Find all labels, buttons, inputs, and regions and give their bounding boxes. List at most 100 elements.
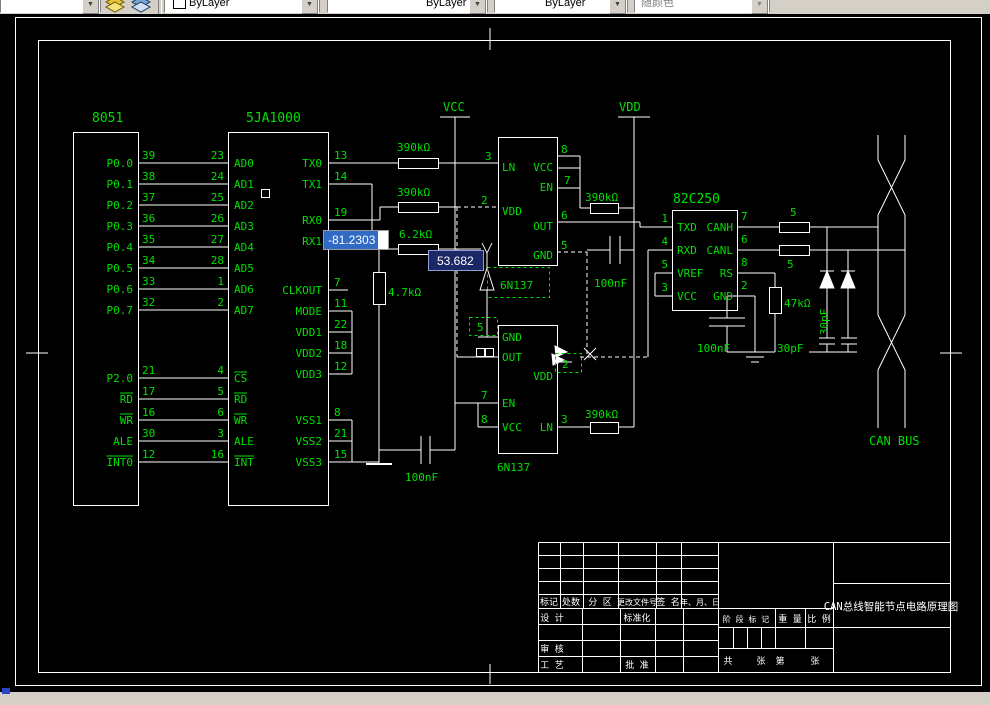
schematic-label: CANH	[707, 221, 734, 234]
title-block-text: 更改文件号	[617, 597, 657, 607]
grip-point[interactable]	[476, 348, 485, 357]
layer-combo[interactable]: ▼	[0, 0, 101, 14]
schematic-label: 2	[481, 194, 488, 207]
schematic-label: 390kΩ	[397, 141, 430, 154]
schematic-label: 7	[334, 276, 341, 289]
dynamic-input-length-field[interactable]: 53.682	[428, 250, 484, 271]
schematic-label: 11	[334, 297, 347, 310]
color-control-combo[interactable]: ByLayer ▼	[164, 0, 320, 14]
schematic-label: TXD	[677, 221, 697, 234]
schematic-label: 12	[142, 448, 155, 461]
schematic-label: 6.2kΩ	[399, 228, 432, 241]
make-layer-current-button[interactable]	[104, 0, 128, 13]
schematic-label: 21	[142, 364, 155, 377]
title-block-text: 工 艺	[540, 660, 563, 671]
chevron-down-icon[interactable]: ▼	[469, 0, 486, 14]
schematic-label: CLKOUT	[282, 284, 322, 297]
schematic-label: 28	[211, 254, 224, 267]
toolbar-separator	[158, 0, 162, 14]
grip-point[interactable]	[261, 189, 270, 198]
schematic-label: P0.7	[107, 304, 134, 317]
dynamic-input-angle-field[interactable]: -81.2303	[323, 230, 389, 250]
lineweight-control-combo[interactable]: ByLayer ▼	[494, 0, 628, 14]
title-block-text: 标记	[540, 596, 558, 608]
schematic-label: 7	[564, 174, 571, 187]
schematic-label: 34	[142, 254, 156, 267]
schematic-label: 17	[142, 385, 155, 398]
schematic-label: VCC	[443, 100, 465, 114]
schematic-label: OUT	[502, 351, 522, 364]
schematic-label: P0.4	[107, 241, 134, 254]
status-blue-fragment	[2, 688, 10, 694]
layer-properties-button[interactable]	[130, 0, 154, 13]
title-block-text: 张	[810, 656, 819, 667]
schematic-label: 13	[334, 149, 347, 162]
autocad-window: ▼ ByLayer ▼ ByLayer ▼ ByLayer ▼ 随颜色 ▼ 80…	[0, 0, 990, 705]
schematic-svg[interactable]: 8051 5JA1000 82C250 6N137 6N137 CAN BUS VCC VDD…	[0, 0, 990, 705]
schematic-label: EN	[540, 181, 553, 194]
schematic-label: RXD	[677, 244, 697, 257]
schematic-label: RS	[720, 267, 733, 280]
schematic-label: 18	[334, 339, 347, 352]
schematic-label: 2	[217, 296, 224, 309]
schematic-label: EN	[502, 397, 515, 410]
schematic-label: 8	[481, 413, 488, 426]
title-block-text: 共	[723, 656, 732, 667]
title-block-text: 阶 段 标 记	[723, 614, 769, 624]
title-block-text: 年、月、日	[680, 597, 720, 607]
title-block-text: 批 准	[625, 659, 648, 671]
color-swatch	[173, 0, 186, 9]
schematic-label: 8	[334, 406, 341, 419]
schematic-label: LN	[502, 161, 515, 174]
schematic-label: RD	[234, 393, 247, 406]
schematic-label: VCC	[502, 421, 522, 434]
schematic-label: 7	[741, 210, 748, 223]
schematic-label: P0.6	[107, 283, 134, 296]
title-block-text: 张	[756, 656, 765, 667]
schematic-label: AD5	[234, 262, 254, 275]
schematic-label: 2	[741, 279, 748, 292]
schematic-label: 5	[217, 385, 224, 398]
schematic-label: 3	[661, 281, 668, 294]
schematic-label: RX0	[302, 214, 322, 227]
schematic-label: 100nF	[697, 342, 730, 355]
schematic-label: 30pF	[818, 309, 831, 336]
schematic-label: P0.5	[107, 262, 134, 275]
schematic-label: 35	[142, 233, 155, 246]
schematic-label: 6N137	[497, 461, 530, 474]
schematic-label: 6N137	[500, 279, 533, 292]
schematic-label: 16	[211, 448, 224, 461]
schematic-label: RD	[120, 393, 133, 406]
command-area-strip	[0, 692, 990, 705]
schematic-label: 30pF	[777, 342, 804, 355]
schematic-label: MODE	[296, 305, 323, 318]
chevron-down-icon[interactable]: ▼	[301, 0, 318, 14]
title-block-text: 审 核	[540, 643, 563, 655]
title-block-text: 处数	[562, 596, 580, 608]
schematic-label: 14	[334, 170, 348, 183]
schematic-label: GND	[533, 249, 553, 262]
schematic-label: CANL	[707, 244, 734, 257]
chevron-down-icon[interactable]: ▼	[82, 0, 99, 14]
plotstyle-control-combo[interactable]: 随颜色 ▼	[634, 0, 770, 14]
schematic-label: ALE	[113, 435, 133, 448]
schematic-label: 390kΩ	[397, 186, 430, 199]
schematic-label: ALE	[234, 435, 254, 448]
schematic-label: VDD2	[296, 347, 323, 360]
schematic-label: 390kΩ	[585, 408, 618, 421]
schematic-label: 33	[142, 275, 155, 288]
schematic-label: 12	[334, 360, 347, 373]
schematic-label: 26	[211, 212, 224, 225]
title-block-text: 重 量	[778, 613, 801, 625]
schematic-label: AD3	[234, 220, 254, 233]
schematic-label: P0.2	[107, 199, 134, 212]
chevron-down-icon[interactable]: ▼	[609, 0, 626, 14]
schematic-label: VDD3	[296, 368, 323, 381]
linetype-combo-value: ByLayer	[426, 0, 467, 9]
grip-point[interactable]	[485, 348, 494, 357]
layers-blue-icon	[130, 0, 152, 13]
linetype-control-combo[interactable]: ByLayer ▼	[327, 0, 488, 14]
schematic-label: 4.7kΩ	[388, 286, 421, 299]
title-block-text: 标准化	[623, 612, 650, 624]
schematic-label: 39	[142, 149, 155, 162]
